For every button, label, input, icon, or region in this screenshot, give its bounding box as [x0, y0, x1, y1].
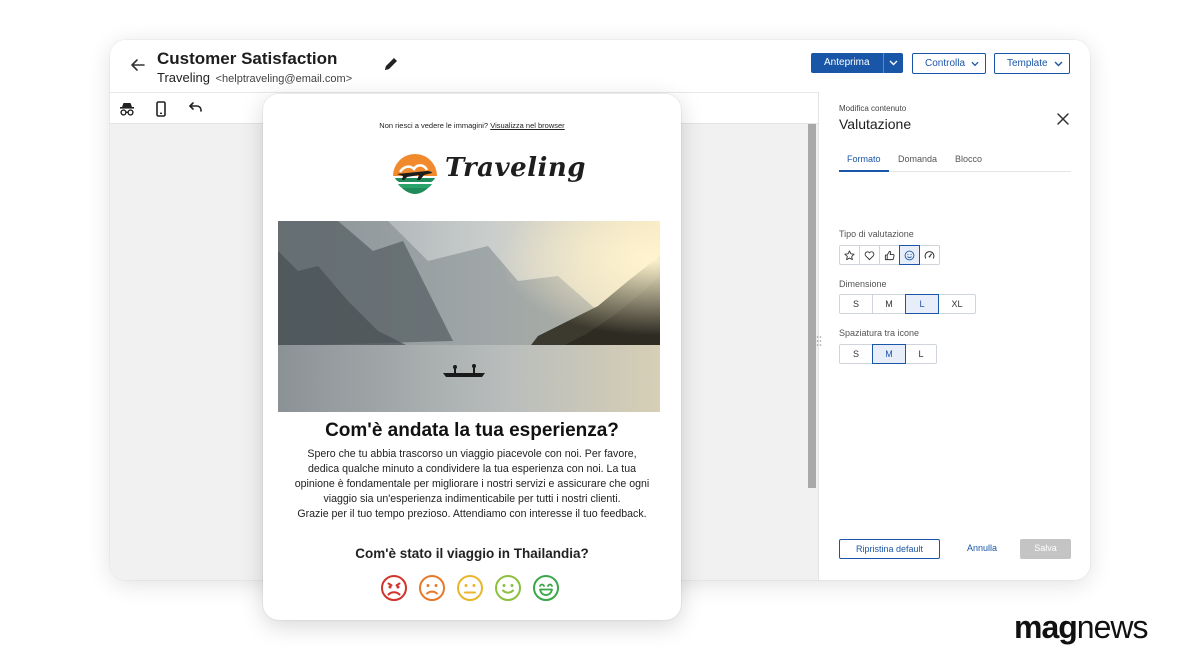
canvas-scrollbar[interactable] [808, 124, 816, 488]
panel-subtitle: Modifica contenuto [839, 104, 907, 113]
email-headline: Com'è andata la tua esperienza? [325, 420, 619, 441]
page-title: Customer Satisfaction [157, 49, 338, 68]
size-label: Dimensione [839, 279, 887, 289]
resize-handle-icon[interactable] [815, 334, 823, 348]
size-option-m[interactable]: M [872, 294, 906, 314]
tab-blocco[interactable]: Blocco [955, 152, 982, 172]
hero-lake-image [278, 221, 660, 412]
save-button[interactable]: Salva [1020, 539, 1071, 559]
preview-button-group: Anteprima [811, 53, 903, 73]
sender-email: <helptraveling@email.com> [215, 73, 353, 85]
template-button-label: Template [1007, 58, 1048, 69]
spacing-label: Spaziatura tra icone [839, 328, 920, 338]
rating-type-star[interactable] [839, 245, 860, 265]
email-body-line: Grazie per il tuo tempo prezioso. Attend… [297, 508, 647, 520]
view-in-browser-link[interactable]: Visualizza nel browser [490, 121, 564, 130]
traveling-logo: Traveling [390, 150, 586, 200]
properties-panel: Modifica contenuto Valutazione Formato D… [815, 92, 1090, 580]
preview-button[interactable]: Anteprima [811, 53, 883, 73]
panel-tabs: Formato Domanda Blocco [839, 152, 1071, 172]
gauge-icon [924, 250, 935, 259]
tab-formato[interactable]: Formato [839, 152, 889, 172]
template-button[interactable]: Template [994, 53, 1070, 74]
preview-dropdown-button[interactable] [882, 53, 903, 73]
rating-type-label: Tipo di valutazione [839, 229, 914, 239]
mobile-preview-icon[interactable] [152, 100, 170, 118]
check-button[interactable]: Controlla [912, 53, 986, 74]
tab-domanda[interactable]: Domanda [898, 152, 937, 172]
email-body: Spero che tu abbia trascorso un viaggio … [275, 447, 669, 522]
happy-face-icon[interactable] [494, 574, 522, 602]
spacing-option-s[interactable]: S [839, 344, 873, 364]
email-preview-card: Non riesci a vedere le immagini? Visuali… [263, 94, 681, 620]
sad-face-icon[interactable] [418, 574, 446, 602]
rating-type-gauge[interactable] [919, 245, 940, 265]
logo-text: Traveling [445, 153, 586, 183]
spacing-selector: S M L [839, 344, 937, 364]
pencil-icon[interactable] [382, 55, 400, 73]
size-option-l[interactable]: L [905, 294, 939, 314]
back-arrow-icon[interactable] [128, 55, 148, 75]
spacing-option-m[interactable]: M [872, 344, 906, 364]
magnews-logo: magnews [1014, 609, 1148, 645]
chevron-down-icon [1054, 61, 1063, 66]
email-body-line: opinione è fondamentale per migliorare i… [294, 478, 650, 490]
heart-icon [864, 250, 875, 260]
very-happy-face-icon[interactable] [532, 574, 560, 602]
logo-emblem-icon [393, 154, 437, 194]
rating-type-smiley[interactable] [899, 245, 920, 265]
reset-default-button[interactable]: Ripristina default [839, 539, 940, 559]
size-selector: S M L XL [839, 294, 976, 314]
check-button-label: Controlla [925, 58, 966, 69]
email-body-line: Spero che tu abbia trascorso un viaggio … [307, 448, 637, 460]
brand-part-news: news [1076, 609, 1149, 645]
rating-type-selector [839, 245, 940, 265]
view-in-browser-text: Non riesci a vedere le immagini? [379, 121, 489, 130]
rating-type-heart[interactable] [859, 245, 880, 265]
chevron-down-icon [889, 60, 898, 66]
campaign-title-block: Customer Satisfaction Traveling <helptra… [157, 49, 352, 85]
star-icon [844, 249, 855, 260]
top-bar: Customer Satisfaction Traveling <helptra… [110, 40, 1090, 92]
cancel-button[interactable]: Annulla [959, 539, 1005, 559]
rating-type-thumbs-up[interactable] [879, 245, 900, 265]
smiley-icon [904, 250, 915, 260]
sender-name: Traveling [157, 70, 210, 85]
size-option-xl[interactable]: XL [938, 294, 976, 314]
rating-faces [380, 574, 560, 602]
close-icon[interactable] [1056, 112, 1070, 126]
very-sad-face-icon[interactable] [380, 574, 408, 602]
size-option-s[interactable]: S [839, 294, 873, 314]
brand-part-mag: mag [1014, 609, 1078, 645]
panel-title: Valutazione [839, 116, 912, 132]
undo-icon[interactable] [186, 100, 204, 118]
rating-question: Com'è stato il viaggio in Thailandia? [355, 546, 589, 561]
email-body-line: dedica qualche minuto a condividere la t… [307, 463, 637, 475]
view-in-browser-line: Non riesci a vedere le immagini? Visuali… [263, 121, 681, 130]
spacing-option-l[interactable]: L [905, 344, 937, 364]
neutral-face-icon[interactable] [456, 574, 484, 602]
email-body-line: viaggio sia un'esperienza indimenticabil… [323, 493, 621, 505]
sender: Traveling <helptraveling@email.com> [157, 70, 352, 85]
incognito-icon[interactable] [118, 100, 136, 118]
chevron-down-icon [971, 61, 979, 66]
thumbs-up-icon [884, 250, 895, 260]
